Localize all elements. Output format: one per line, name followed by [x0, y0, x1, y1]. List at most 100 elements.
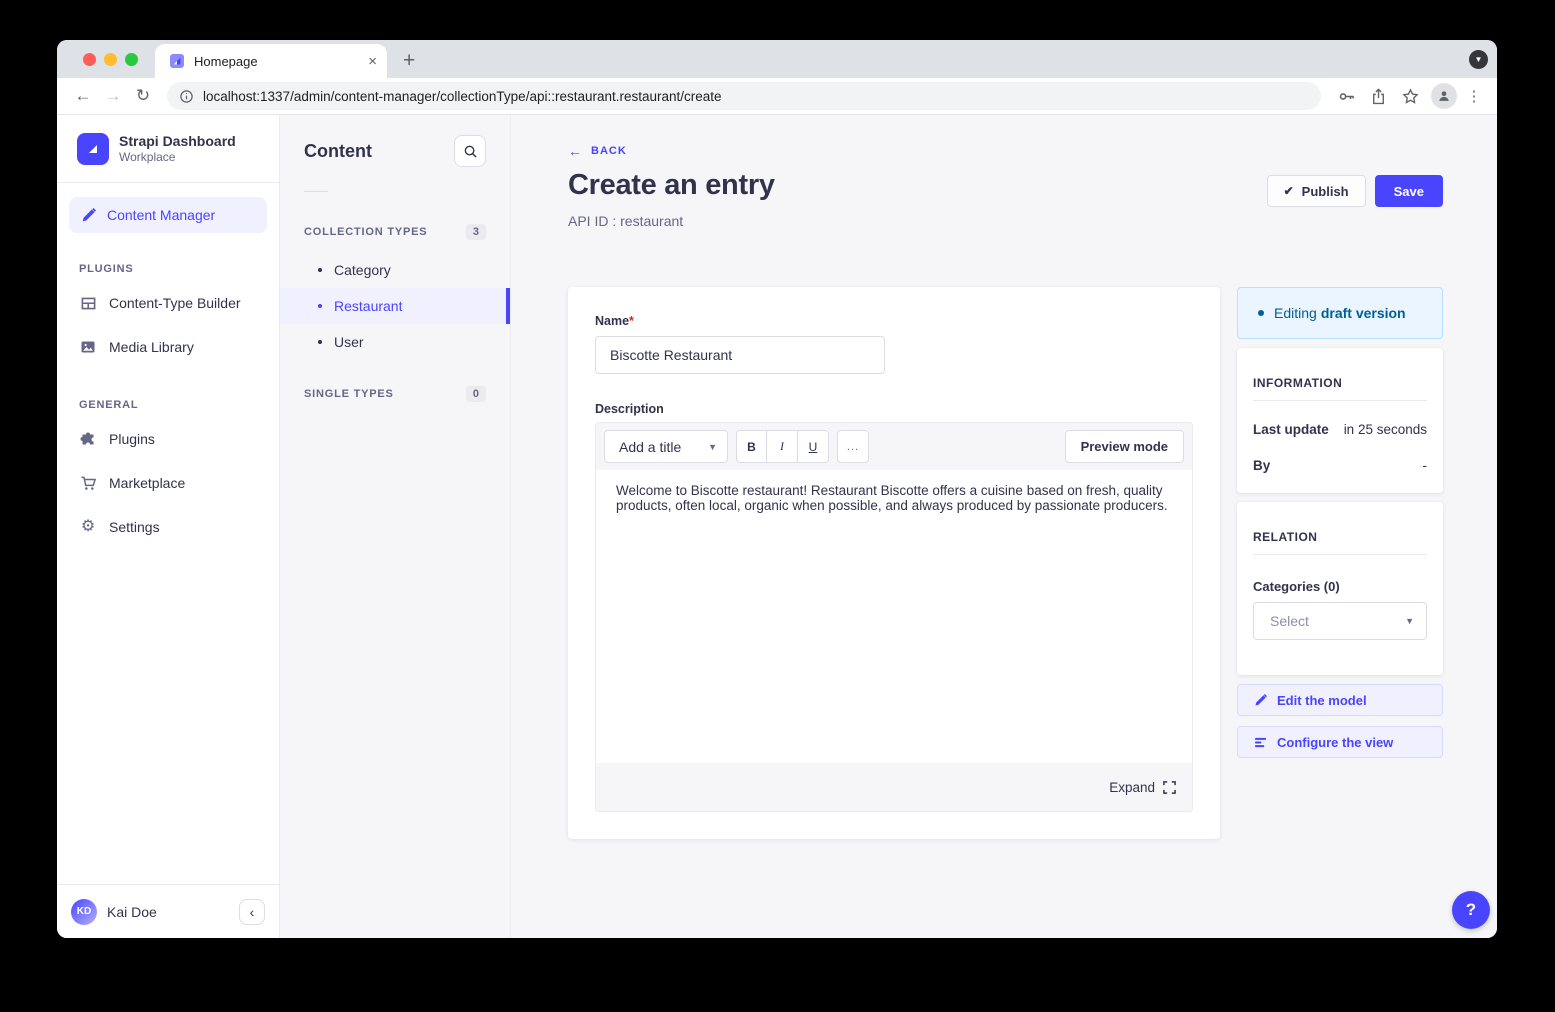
- relation-title: RELATION: [1253, 530, 1427, 544]
- panel-title: Content: [304, 141, 372, 162]
- strapi-logo-icon: [77, 133, 109, 165]
- browser-profile-avatar[interactable]: [1431, 83, 1457, 109]
- tab-close-icon[interactable]: ×: [368, 53, 377, 70]
- close-window-button[interactable]: [83, 53, 96, 66]
- collection-type-label: Category: [334, 262, 391, 278]
- select-placeholder: Select: [1270, 613, 1309, 629]
- pencil-icon: [79, 208, 97, 223]
- back-link[interactable]: ← BACK: [568, 143, 1443, 159]
- edit-model-button[interactable]: Edit the model: [1237, 684, 1443, 716]
- brand-title: Strapi Dashboard: [119, 133, 236, 150]
- url-text[interactable]: localhost:1337/admin/content-manager/col…: [203, 89, 722, 104]
- info-label: Last update: [1253, 422, 1329, 437]
- browser-menu-icon[interactable]: ⋮: [1463, 87, 1485, 105]
- draft-prefix: Editing: [1274, 305, 1317, 321]
- api-id-subtitle: API ID : restaurant: [568, 213, 1443, 229]
- check-icon: ✔: [1284, 184, 1294, 198]
- sidebar-item-label: Plugins: [109, 431, 155, 447]
- password-key-icon[interactable]: [1331, 88, 1361, 105]
- underline-button[interactable]: U: [798, 430, 829, 463]
- save-button[interactable]: Save: [1375, 175, 1443, 207]
- minimize-window-button[interactable]: [104, 53, 117, 66]
- information-card: INFORMATION Last update in 25 seconds By…: [1237, 348, 1443, 493]
- chevron-down-icon: ▼: [708, 442, 717, 452]
- browser-toolbar: ← → ↻ localhost:1337/admin/content-manag…: [57, 78, 1497, 115]
- info-label: By: [1253, 458, 1270, 473]
- publish-label: Publish: [1302, 184, 1349, 199]
- brand-subtitle: Workplace: [119, 150, 236, 164]
- info-value: -: [1423, 458, 1428, 473]
- window-controls: [83, 53, 138, 66]
- url-bar[interactable]: localhost:1337/admin/content-manager/col…: [167, 82, 1321, 110]
- configure-view-button[interactable]: Configure the view: [1237, 726, 1443, 758]
- categories-field-label: Categories (0): [1253, 579, 1427, 594]
- bookmark-star-icon[interactable]: [1395, 88, 1425, 105]
- general-section-header: GENERAL: [69, 399, 267, 411]
- sidebar-body: Content Manager PLUGINS Content-Type Bui…: [57, 183, 279, 884]
- gear-icon: ⚙: [79, 519, 97, 535]
- browser-tab[interactable]: Homepage ×: [155, 44, 387, 78]
- search-button[interactable]: [454, 135, 486, 167]
- sidebar-item-label: Settings: [109, 519, 160, 535]
- sidebar-item-media-library[interactable]: Media Library: [69, 325, 267, 369]
- image-icon: [79, 339, 97, 355]
- italic-button[interactable]: I: [767, 430, 798, 463]
- draft-version-badge: Editingdraft version: [1237, 287, 1443, 339]
- bold-button[interactable]: B: [736, 430, 767, 463]
- divider: [1253, 554, 1427, 555]
- title-style-select[interactable]: Add a title ▼: [604, 430, 728, 463]
- new-tab-button[interactable]: +: [403, 51, 415, 71]
- sidebar-item-settings[interactable]: ⚙ Settings: [69, 505, 267, 549]
- sidebar-item-marketplace[interactable]: Marketplace: [69, 461, 267, 505]
- relation-card: RELATION Categories (0) Select ▼: [1237, 502, 1443, 675]
- back-nav-icon[interactable]: ←: [69, 86, 97, 106]
- sidebar-item-label: Content Manager: [107, 207, 215, 223]
- share-icon[interactable]: [1363, 88, 1393, 105]
- draft-dot-icon: [1258, 310, 1264, 316]
- user-name[interactable]: Kai Doe: [107, 904, 157, 920]
- forward-nav-icon[interactable]: →: [99, 86, 127, 106]
- collapse-sidebar-button[interactable]: ‹: [239, 899, 265, 925]
- main-sidebar: Strapi Dashboard Workplace Content Manag…: [57, 115, 280, 938]
- collection-types-header: COLLECTION TYPES: [304, 226, 427, 238]
- sidebar-item-content-manager[interactable]: Content Manager: [69, 197, 267, 233]
- sidebar-item-plugins[interactable]: Plugins: [69, 417, 267, 461]
- collection-type-label: Restaurant: [334, 298, 402, 314]
- collection-type-category[interactable]: Category: [280, 252, 510, 288]
- edit-pencil-icon: [1254, 694, 1267, 707]
- grid-icon: [79, 295, 97, 312]
- site-info-icon[interactable]: [179, 89, 194, 104]
- user-avatar[interactable]: KD: [71, 899, 97, 925]
- reload-icon[interactable]: ↻: [129, 86, 157, 106]
- publish-button[interactable]: ✔ Publish: [1267, 175, 1366, 207]
- expand-label[interactable]: Expand: [1109, 780, 1155, 795]
- preview-mode-button[interactable]: Preview mode: [1065, 430, 1184, 463]
- entry-side-panel: Editingdraft version INFORMATION Last up…: [1237, 287, 1443, 758]
- info-row-by: By -: [1253, 458, 1427, 473]
- zoom-window-button[interactable]: [125, 53, 138, 66]
- bullet-icon: [318, 304, 322, 308]
- collection-type-restaurant[interactable]: Restaurant: [280, 288, 510, 324]
- save-label: Save: [1394, 184, 1424, 199]
- help-button[interactable]: ?: [1452, 891, 1490, 929]
- more-formats-button[interactable]: ...: [837, 430, 869, 463]
- name-field-label: Name*: [595, 314, 634, 328]
- expand-icon[interactable]: [1163, 781, 1176, 794]
- cart-icon: [79, 475, 97, 492]
- categories-select[interactable]: Select ▼: [1253, 602, 1427, 640]
- user-footer: KD Kai Doe ‹: [57, 884, 279, 938]
- collection-type-user[interactable]: User: [280, 324, 510, 360]
- entry-form-card: Name* Description Add a title ▼ B: [568, 287, 1220, 839]
- format-button-group: B I U: [736, 430, 829, 463]
- name-input[interactable]: [595, 336, 885, 374]
- description-textarea[interactable]: Welcome to Biscotte restaurant! Restaura…: [596, 470, 1192, 763]
- bullet-icon: [318, 268, 322, 272]
- collection-types-count-badge: 3: [466, 224, 486, 240]
- puzzle-icon: [79, 431, 97, 447]
- chevron-down-icon: ▼: [1405, 616, 1414, 626]
- sidebar-item-content-type-builder[interactable]: Content-Type Builder: [69, 281, 267, 325]
- tab-search-button[interactable]: ▼: [1469, 50, 1488, 69]
- panel-divider: [304, 191, 328, 192]
- brand-header[interactable]: Strapi Dashboard Workplace: [57, 115, 279, 183]
- strapi-favicon-icon: [169, 53, 185, 69]
